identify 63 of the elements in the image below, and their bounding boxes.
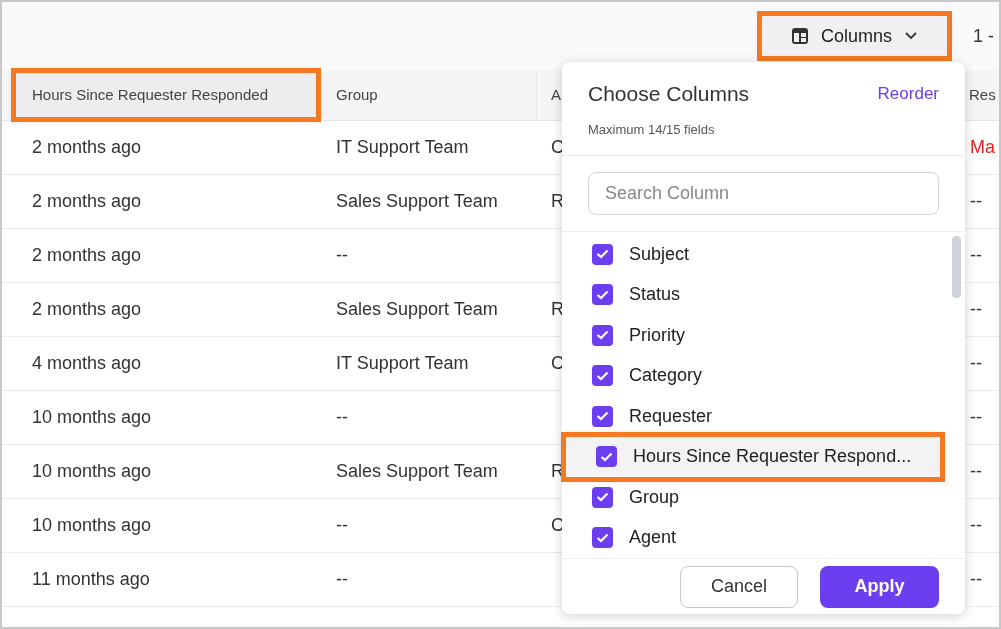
column-option[interactable]: Agent (562, 517, 930, 558)
checkbox[interactable] (592, 405, 613, 427)
table-cell-text: -- (336, 568, 348, 591)
check-icon (596, 411, 609, 422)
panel-subtitle: Maximum 14/15 fields (588, 120, 716, 139)
check-icon (596, 370, 609, 381)
pagination-text: 1 - (973, 24, 995, 48)
column-option[interactable]: Requester (562, 396, 930, 437)
column-option[interactable]: Priority (562, 315, 930, 356)
checkbox[interactable] (596, 446, 617, 468)
table-cell-text: -- (970, 244, 982, 267)
table-cell-text: 10 months ago (32, 406, 152, 429)
check-icon (596, 330, 609, 341)
table-cell-text: Sales Support Team (336, 190, 498, 213)
column-option[interactable]: Category (562, 355, 930, 396)
column-option[interactable]: Status (562, 274, 930, 315)
table-cell-text: Sales Support Team (336, 460, 498, 483)
check-icon (600, 451, 613, 462)
reorder-link[interactable]: Reorder (877, 81, 939, 107)
table-cell-text: 2 months ago (32, 298, 142, 321)
table-cell-text: -- (336, 244, 348, 267)
table-icon (791, 27, 809, 45)
checkbox[interactable] (592, 486, 613, 508)
table-cell-text: R (551, 190, 564, 213)
table-cell-text: R (551, 298, 564, 321)
column-header[interactable]: Group (322, 70, 537, 120)
table-cell-text: -- (970, 406, 982, 429)
table-cell-text: Ma (970, 136, 995, 159)
search-field[interactable]: Search Column (588, 172, 939, 215)
table-cell-text: -- (970, 514, 982, 537)
table-cell-text: -- (970, 568, 982, 591)
table-cell-text: -- (336, 514, 348, 537)
checkbox[interactable] (592, 284, 613, 306)
table-cell-text: -- (970, 298, 982, 321)
checkbox[interactable] (592, 243, 613, 265)
check-icon (596, 492, 609, 503)
table-cell-text: 11 months ago (32, 568, 150, 591)
column-option[interactable]: Subject (562, 234, 930, 275)
checkbox[interactable] (592, 324, 613, 346)
apply-button[interactable]: Apply (820, 565, 939, 608)
check-icon (596, 249, 609, 260)
check-icon (596, 532, 609, 543)
checkbox[interactable] (592, 365, 613, 387)
table-cell-text: -- (970, 460, 982, 483)
table-cell-text: -- (336, 406, 348, 429)
scrollbar[interactable] (952, 236, 961, 298)
column-option[interactable]: Group (562, 477, 930, 518)
table-cell-text: IT Support Team (336, 136, 469, 159)
table-cell-text: 2 months ago (32, 136, 142, 159)
table-cell-text: 10 months ago (32, 460, 152, 483)
table-cell-text: -- (970, 190, 982, 213)
chevron-down-icon (904, 31, 918, 41)
table-cell-text: 10 months ago (32, 514, 152, 537)
cancel-button[interactable]: Cancel (680, 565, 798, 608)
checkbox[interactable] (592, 527, 613, 549)
table-cell-text: 4 months ago (32, 352, 142, 375)
table-cell-text: -- (970, 352, 982, 375)
table-cell-text: 2 months ago (32, 190, 142, 213)
panel-title: Choose Columns (588, 81, 750, 107)
table-cell-text: IT Support Team (336, 352, 469, 375)
table-cell-text: 2 months ago (32, 244, 142, 267)
table-cell-text: Sales Support Team (336, 298, 498, 321)
check-icon (596, 289, 609, 300)
